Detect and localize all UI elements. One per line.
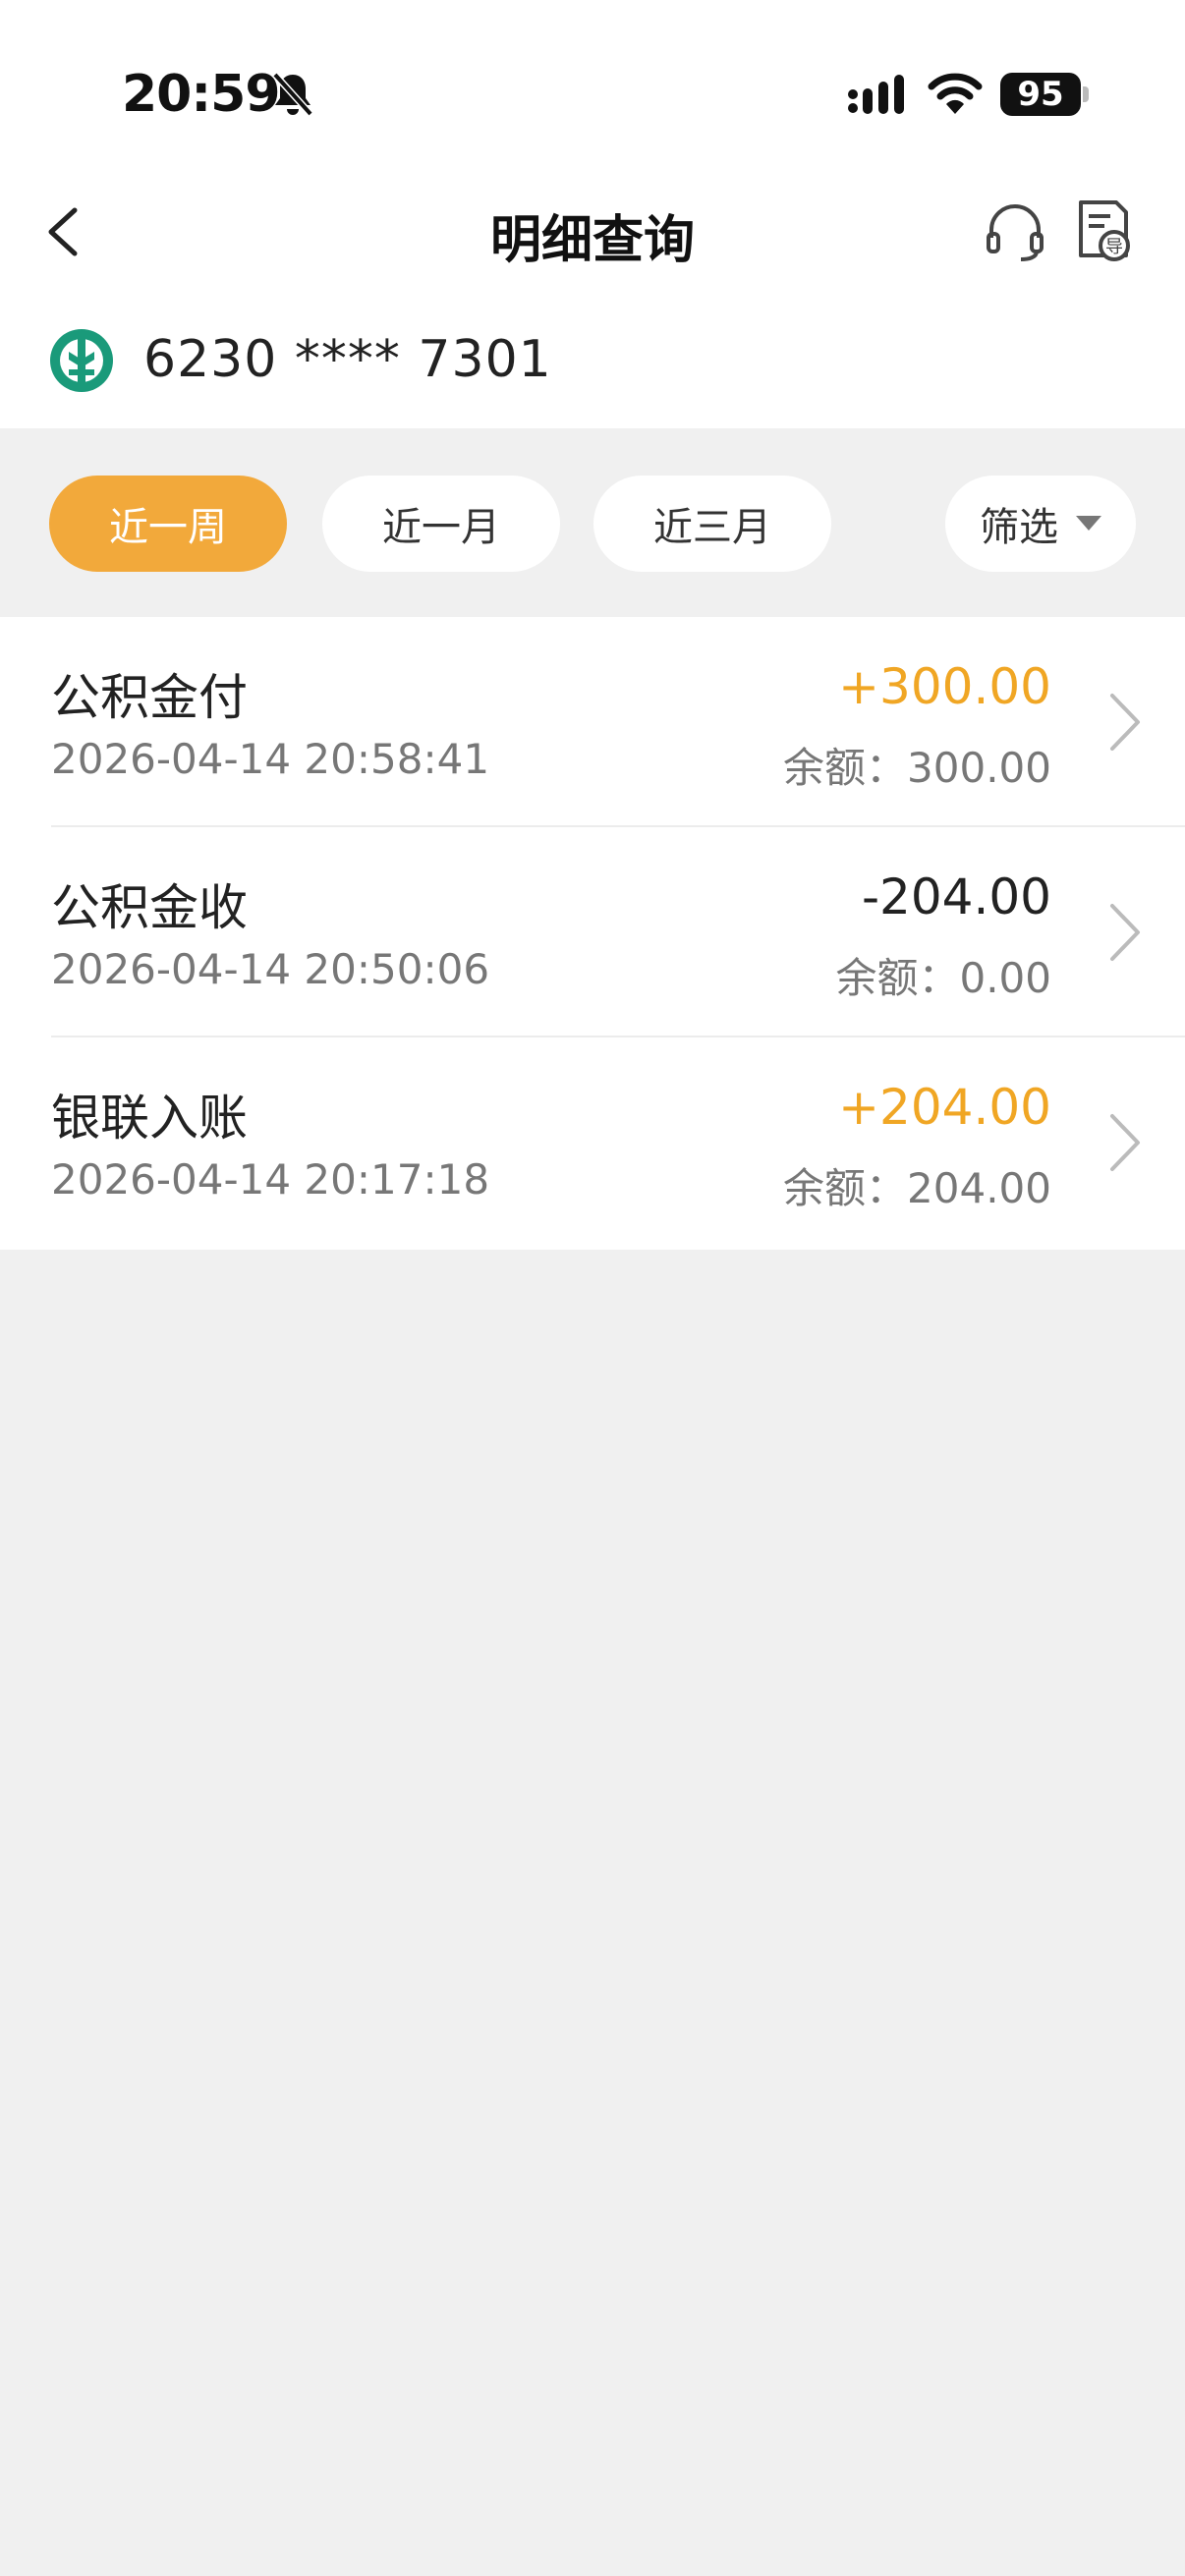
transaction-row[interactable]: 公积金付 2026-04-14 20:58:41 +300.00 余额：300.… bbox=[0, 617, 1185, 827]
export-icon[interactable]: 导 bbox=[1075, 196, 1134, 263]
transaction-balance: 余额：0.00 bbox=[835, 954, 1051, 1002]
tab-last-week[interactable]: 近一周 bbox=[49, 476, 287, 572]
transaction-title: 银联入账 bbox=[51, 1090, 248, 1147]
transaction-amount: +204.00 bbox=[838, 1079, 1051, 1136]
transaction-title: 公积金付 bbox=[51, 669, 248, 726]
transaction-title: 公积金收 bbox=[51, 879, 248, 936]
transaction-list: 公积金付 2026-04-14 20:58:41 +300.00 余额：300.… bbox=[0, 617, 1185, 1250]
transaction-row[interactable]: 公积金收 2026-04-14 20:50:06 -204.00 余额：0.00 bbox=[0, 827, 1185, 1037]
signal-icon bbox=[848, 75, 904, 114]
header-area: 20:59 95 明细查询 导 6230 **** 7301 bbox=[0, 0, 1185, 428]
battery-icon: 95 bbox=[1000, 73, 1081, 116]
tab-last-three-months[interactable]: 近三月 bbox=[593, 476, 831, 572]
transaction-row[interactable]: 银联入账 2026-04-14 20:17:18 +204.00 余额：204.… bbox=[0, 1037, 1185, 1248]
bell-off-icon bbox=[272, 72, 313, 117]
transaction-time: 2026-04-14 20:17:18 bbox=[51, 1155, 490, 1204]
transaction-balance: 余额：204.00 bbox=[783, 1164, 1051, 1212]
wifi-icon bbox=[928, 73, 983, 114]
bank-logo-icon bbox=[50, 329, 113, 392]
status-time: 20:59 bbox=[122, 65, 281, 124]
tab-last-month[interactable]: 近一月 bbox=[322, 476, 560, 572]
status-bar: 20:59 95 bbox=[0, 0, 1185, 187]
transaction-balance: 余额：300.00 bbox=[783, 744, 1051, 792]
battery-cap bbox=[1083, 86, 1089, 102]
account-number: 6230 **** 7301 bbox=[143, 330, 552, 389]
chevron-right-icon bbox=[1110, 904, 1140, 961]
transaction-time: 2026-04-14 20:50:06 bbox=[51, 945, 490, 993]
transaction-time: 2026-04-14 20:58:41 bbox=[51, 735, 490, 783]
svg-text:导: 导 bbox=[1105, 237, 1123, 257]
transaction-amount: -204.00 bbox=[862, 868, 1051, 925]
chevron-right-icon bbox=[1110, 694, 1140, 751]
headset-icon[interactable] bbox=[983, 198, 1047, 263]
transaction-amount: +300.00 bbox=[838, 658, 1051, 715]
filter-label: 筛选 bbox=[980, 505, 1058, 550]
caret-down-icon bbox=[1076, 516, 1101, 531]
account-row: 6230 **** 7301 bbox=[0, 314, 1185, 413]
chevron-right-icon bbox=[1110, 1114, 1140, 1171]
filter-button[interactable]: 筛选 bbox=[945, 476, 1136, 572]
filter-bar: 近一周 近一月 近三月 筛选 bbox=[0, 428, 1185, 617]
navigation-bar: 明细查询 导 bbox=[0, 187, 1185, 275]
